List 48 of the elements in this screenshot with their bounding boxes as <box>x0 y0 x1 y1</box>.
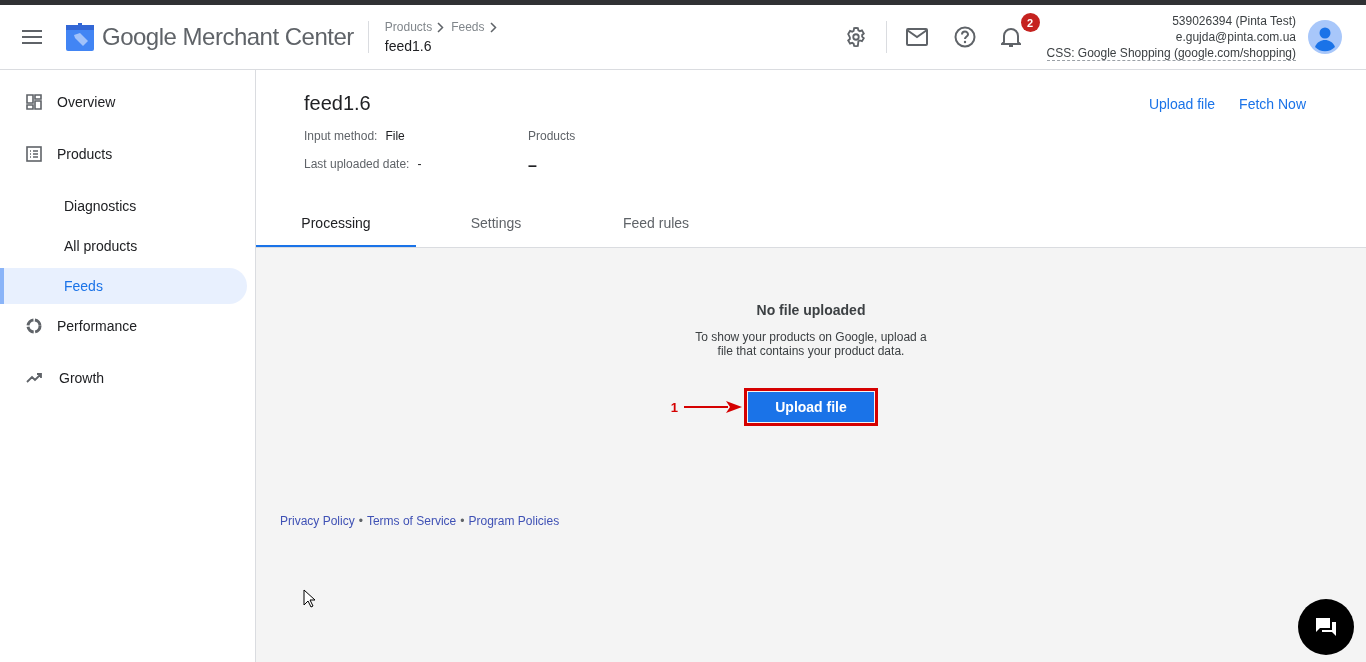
footer-link[interactable]: Privacy Policy <box>280 514 355 528</box>
footer-link[interactable]: Terms of Service <box>366 514 457 528</box>
empty-state-title: No file uploaded <box>756 302 866 318</box>
app-name: Google Merchant Center <box>102 23 354 51</box>
action-link[interactable]: Upload file <box>1148 95 1216 112</box>
list-icon <box>26 146 42 162</box>
avatar-icon[interactable] <box>1308 20 1342 54</box>
nav-item[interactable]: Performance <box>0 308 255 344</box>
chat-icon <box>1314 616 1338 638</box>
chevron-right-icon <box>489 21 497 33</box>
nav-subitem[interactable]: All products <box>0 228 247 264</box>
chat-button[interactable] <box>1298 599 1354 655</box>
trending-up-icon <box>26 372 44 384</box>
feed-title: feed1.6 <box>304 92 372 115</box>
detail-value: - <box>417 157 422 171</box>
footer-separator: • <box>460 514 465 528</box>
notifications-icon[interactable] <box>1000 26 1021 48</box>
action-link[interactable]: Fetch Now <box>1239 95 1306 112</box>
notification-badge: 2 <box>1020 13 1040 32</box>
upload-file-button[interactable]: Upload file <box>748 392 874 422</box>
tab[interactable]: Settings <box>416 201 576 247</box>
nav-item[interactable]: Overview <box>0 84 255 120</box>
account-email: e.gujda@pinta.com.ua <box>1175 29 1296 44</box>
css-link[interactable]: CSS: Google Shopping (google.com/shopping) <box>1046 45 1296 61</box>
footer-link[interactable]: Program Policies <box>468 514 560 528</box>
mouse-cursor-icon <box>303 589 316 608</box>
nav-subitem[interactable]: Diagnostics <box>0 188 247 224</box>
products-label: Products <box>528 129 577 143</box>
detail-label: Last uploaded date: <box>304 157 410 171</box>
breadcrumb-link[interactable]: Products <box>384 20 433 34</box>
nav-subitem[interactable]: Feeds <box>0 268 247 304</box>
tab[interactable]: Feed rules <box>576 201 736 247</box>
nav-item[interactable]: Products <box>0 136 255 172</box>
chevron-right-icon <box>437 21 445 33</box>
account-id: 539026394 (Pinta Test) <box>1172 13 1296 28</box>
footer-separator: • <box>358 514 363 528</box>
empty-state-text: To show your products on Google, upload a file that contains your product data. <box>694 330 928 358</box>
nav-item[interactable]: Growth <box>0 360 255 396</box>
detail-label: Input method: <box>304 129 378 143</box>
dashboard-icon <box>26 94 42 110</box>
breadcrumb-link[interactable]: Feeds <box>451 20 485 34</box>
donut-chart-icon <box>26 318 42 334</box>
detail-value: File <box>385 129 405 143</box>
products-value: – <box>528 157 538 175</box>
annotation-arrow <box>684 400 742 414</box>
annotation-number: 1 <box>670 399 678 415</box>
tag-logo-icon <box>66 23 94 51</box>
page-title: feed1.6 <box>384 38 433 54</box>
